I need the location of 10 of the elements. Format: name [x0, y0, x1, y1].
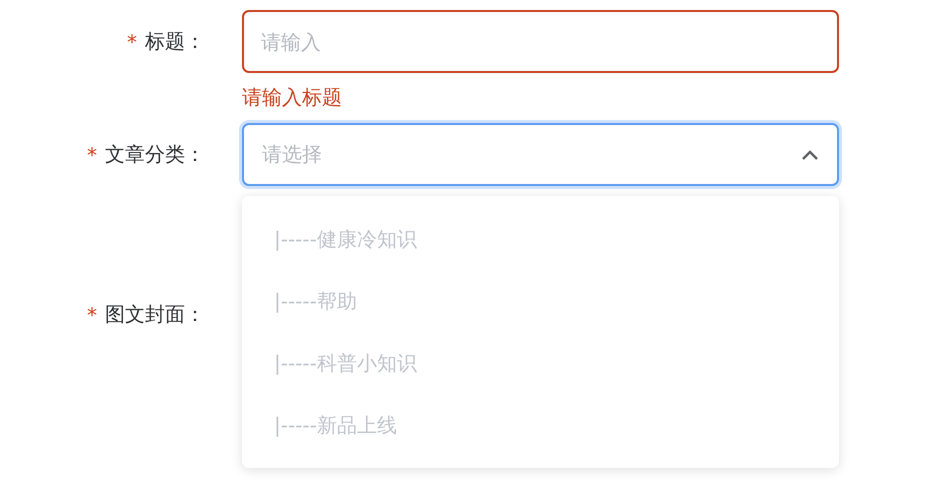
required-mark: * [87, 142, 97, 166]
required-mark: * [87, 302, 97, 326]
title-input[interactable]: 请输入 [242, 10, 839, 73]
field-label: 标题： [145, 28, 205, 55]
required-mark: * [127, 30, 137, 54]
field-label: 图文封面： [105, 301, 205, 328]
error-message: 请输入标题 [242, 84, 343, 110]
chevron-up-icon [801, 148, 819, 160]
category-select[interactable]: 请选择 [242, 123, 839, 186]
field-label: 文章分类： [105, 141, 205, 168]
